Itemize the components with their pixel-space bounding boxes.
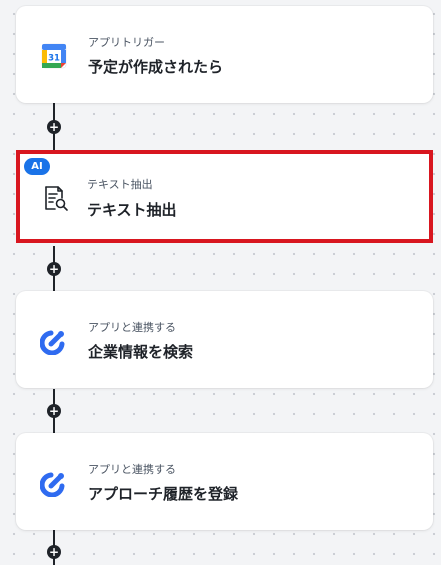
step-kicker: アプリと連携する (88, 321, 176, 334)
step-kicker: アプリと連携する (88, 463, 176, 476)
step-title: テキスト抽出 (87, 201, 177, 219)
calendar-day-text: 31 (48, 54, 60, 64)
app-link-icon (39, 469, 68, 498)
workflow-canvas: + + + + 31 アプリトリガー 予定が作成されたら AI テキスト抽出 テ… (0, 0, 441, 565)
step-kicker: アプリトリガー (88, 36, 165, 49)
add-step-button[interactable]: + (47, 262, 61, 276)
step-title: 企業情報を検索 (88, 343, 194, 361)
add-step-button[interactable]: + (47, 545, 61, 559)
step-card-text-extraction[interactable]: AI テキスト抽出 テキスト抽出 (16, 150, 433, 243)
add-step-button[interactable]: + (47, 404, 61, 418)
app-link-icon (39, 327, 68, 356)
step-title: アプローチ履歴を登録 (88, 485, 239, 503)
step-kicker: テキスト抽出 (87, 178, 153, 191)
step-card-register-approach[interactable]: アプリと連携する アプローチ履歴を登録 (16, 433, 433, 530)
step-card-app-trigger[interactable]: 31 アプリトリガー 予定が作成されたら (16, 6, 433, 103)
ai-badge: AI (24, 158, 50, 175)
document-search-icon (41, 184, 69, 212)
add-step-button[interactable]: + (47, 120, 61, 134)
step-card-company-search[interactable]: アプリと連携する 企業情報を検索 (16, 291, 433, 388)
step-title: 予定が作成されたら (88, 58, 224, 76)
google-calendar-icon: 31 (40, 42, 68, 70)
